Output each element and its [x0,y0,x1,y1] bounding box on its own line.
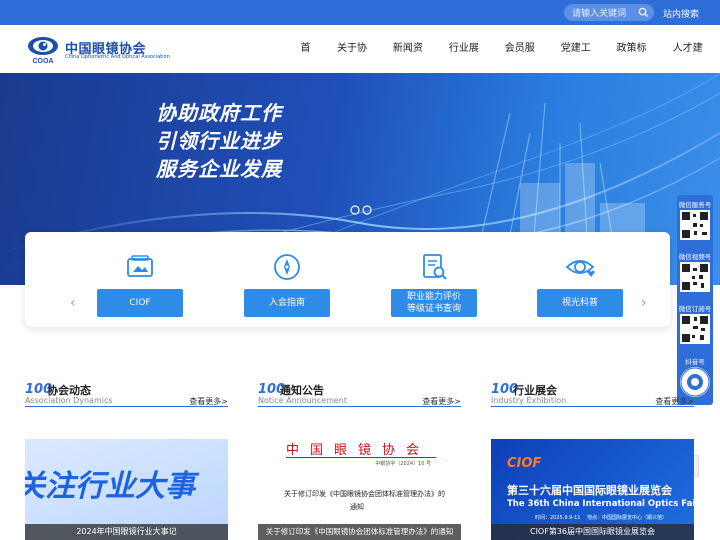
news-image-text: 关注行业大事 [25,469,195,504]
banner-slogan-1: 协助政府工作 [156,101,282,125]
doc-title-line2: 通知 [350,503,364,511]
certificate-search-icon [423,254,447,280]
qr-code-icon[interactable] [680,262,710,292]
view-more-link[interactable]: 查看更多> [189,396,228,407]
view-more-link[interactable]: 查看更多> [422,396,461,407]
chevron-right-icon[interactable]: › [641,295,647,311]
news-caption[interactable]: 关于修订印发《中国眼镜协会团体标准管理办法》的通知 [258,524,461,540]
section-subtitle: Industry Exhibition [491,396,567,405]
side-label-video: 微信视频号 [678,253,712,261]
chevron-left-icon[interactable]: ‹ [70,295,76,311]
nav-talent[interactable]: 人才建设 [664,25,720,102]
eye-heart-icon [565,260,595,277]
news-caption[interactable]: CIOF第36届中国国际眼镜业展览会 [491,524,694,540]
expo-title-en: The 36th China International Optics Fair [507,499,694,509]
search-input[interactable] [572,6,640,19]
quick-link-ciof-button[interactable]: CIOF [97,289,183,317]
header: COOA 中国眼镜协会 China Optometric And Optical… [0,25,720,102]
logo-icon[interactable]: COOA [25,35,61,65]
quick-link-certificate[interactable]: 职业能力评价 等级证书查询 [391,252,477,322]
ciof-logo: CIOF [507,456,542,471]
doc-ref: 中眼协字〔2024〕10 号 [375,461,431,467]
quick-link-vision-button[interactable]: 视光科普 [537,289,623,317]
compass-icon [274,254,300,280]
side-label-subscription: 微信订阅号 [678,305,712,313]
section-subtitle: Notice Announcement [258,396,347,405]
nav-party-building[interactable]: 党建工作 [552,25,608,102]
nav-exhibition[interactable]: 行业展会 [440,25,496,102]
logo-subtitle: China Optometric And Optical Association [65,54,170,60]
side-label-service: 微信服务号 [678,201,712,209]
news-card-notice[interactable]: 中国眼镜协会 中眼协字〔2024〕10 号 关于修订印发《中国眼镜协会团体标准管… [258,439,461,540]
quick-link-certificate-button[interactable]: 职业能力评价 等级证书查询 [391,289,477,317]
expo-title-cn: 第三十六届中国国际眼镜业展览会 [507,484,672,497]
search-box [564,4,654,21]
news-card-exhibition[interactable]: CIOF 第三十六届中国国际眼镜业展览会 The 36th China Inte… [491,439,694,540]
banner-slogan-3: 服务企业发展 [156,157,282,181]
quick-link-join[interactable]: 入会指南 [244,252,330,322]
nav-member-service[interactable]: 会员服务 [496,25,552,102]
quick-link-ciof[interactable]: CIOF [97,252,183,322]
main-nav: 首页 关于协会 新闻资讯 行业展会 会员服务 党建工作 政策标准 人才建设 [292,25,720,102]
qr-code-icon[interactable] [680,210,710,240]
nav-about[interactable]: 关于协会 [328,25,384,102]
nav-news[interactable]: 新闻资讯 [384,25,440,102]
news-caption[interactable]: 2024年中国眼镜行业大事记 [25,524,228,540]
expo-date: 时间：2025.9.9-11 [535,515,581,521]
quick-links-panel: CIOF 入会指南 职业能力评价 等级证书查询 视光科普 [25,232,670,327]
quick-link-vision[interactable]: 视光科普 [537,252,623,322]
doc-title: 关于修订印发《中国眼镜协会团体标准管理办法》的 [284,490,445,498]
qr-code-icon[interactable] [680,314,710,344]
page: 站内搜索 COOA 中国眼镜协会 China Optometric And Op… [0,0,720,540]
section-header-association: 100 协会动态 Association Dynamics 查看更多> [25,382,228,407]
news-card-association[interactable]: 关注行业大事 2024年中国眼镜行业大事记 [25,439,228,540]
nav-policy-standards[interactable]: 政策标准 [608,25,664,102]
banner-slogan-2: 引领行业进步 [156,129,282,153]
quick-link-join-button[interactable]: 入会指南 [244,289,330,317]
section-header-exhibition: 100 行业展会 Industry Exhibition 查看更多> [491,382,694,407]
card-icon [127,255,153,277]
nav-home[interactable]: 首页 [292,25,328,102]
view-more-link[interactable]: 查看更多> [655,396,694,407]
doc-divider [286,457,436,458]
doc-header: 中国眼镜协会 [286,443,431,458]
expo-venue: 地点：中国国际展览中心（顺义馆） [587,515,668,521]
section-header-notice: 100 通知公告 Notice Announcement 查看更多> [258,382,461,407]
section-subtitle: Association Dynamics [25,396,113,405]
site-search-link[interactable]: 站内搜索 [663,7,699,20]
side-label-douyin: 抖音号 [685,358,705,366]
top-utility-bar: 站内搜索 [0,0,720,25]
search-icon[interactable] [638,7,649,18]
logo-mark-text: COOA [33,58,54,65]
side-qr-bar: 微信服务号 微信视频号 微信订阅号 抖音号 [677,195,713,405]
